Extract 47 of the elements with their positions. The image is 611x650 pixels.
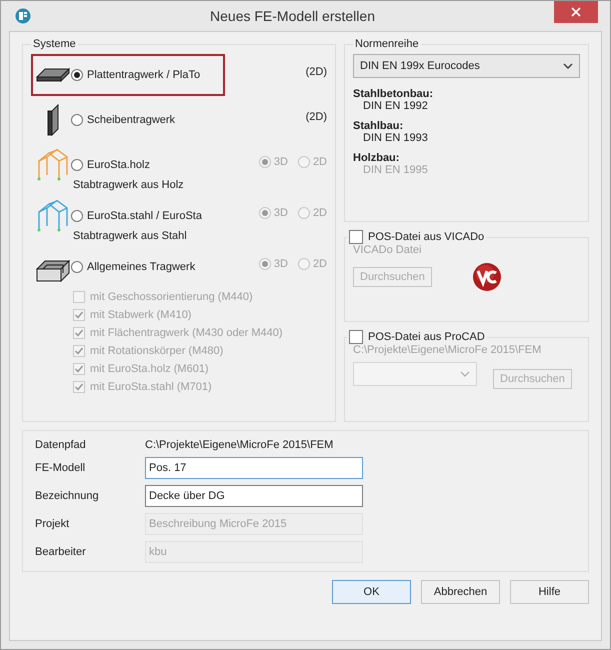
chevron-down-icon [460, 371, 470, 377]
dialog-button[interactable]: OK [332, 580, 411, 604]
radio-button[interactable] [71, 114, 83, 126]
radio-button[interactable] [71, 261, 83, 273]
wall-icon [47, 104, 59, 136]
dimension-label: (2D) [306, 66, 327, 78]
chevron-down-icon [563, 63, 573, 69]
field-label: Bearbeiter [35, 546, 87, 558]
dimension-label: (2D) [306, 111, 327, 123]
close-icon [571, 7, 581, 17]
file-label: VICADo Datei [353, 244, 422, 256]
window-title: Neues FE-Modell erstellen [209, 8, 376, 24]
field-label: FE-Modell [35, 462, 86, 474]
option-description: Stabtragwerk aus Stahl [73, 230, 188, 242]
norm-value: DIN EN 1993 [363, 132, 429, 144]
slab-icon [36, 68, 70, 82]
norm-dropdown[interactable]: DIN EN 199x Eurocodes [353, 54, 580, 78]
close-button[interactable] [554, 1, 598, 23]
norm-heading: Stahlbetonbau: [353, 88, 434, 100]
radio-button[interactable] [71, 159, 83, 171]
radio-button[interactable] [71, 69, 83, 81]
norm-heading: Stahlbau: [353, 120, 404, 132]
option-label[interactable]: Scheibentragwerk [87, 114, 176, 126]
norm-value: DIN EN 1992 [363, 100, 429, 112]
field-label: Datenpfad [35, 439, 87, 451]
field-label: Projekt [35, 518, 70, 530]
option-label[interactable]: Allgemeines Tragwerk [87, 261, 196, 273]
option-label[interactable]: Plattentragwerk / PlaTo [87, 69, 200, 81]
file-path: C:\Projekte\Eigene\MicroFe 2015\FEM [353, 344, 542, 356]
input-field[interactable]: Pos. 17 [145, 457, 363, 479]
norm-value: DIN EN 1995 [363, 164, 429, 176]
dropdown-value: DIN EN 199x Eurocodes [360, 60, 480, 72]
vc-logo-icon [472, 262, 502, 292]
path-text: C:\Projekte\Eigene\MicroFe 2015\FEM [145, 439, 334, 451]
option-description: Stabtragwerk aus Holz [73, 179, 185, 191]
group-label: Normenreihe [354, 38, 420, 50]
field-label: Bezeichnung [35, 490, 100, 502]
norm-heading: Holzbau: [353, 152, 400, 164]
input-field[interactable]: Decke über DG [145, 485, 363, 507]
radio-button[interactable] [71, 210, 83, 222]
option-label[interactable]: EuroSta.stahl / EuroSta [87, 210, 202, 222]
app-logo-icon [15, 8, 31, 24]
option-label[interactable]: EuroSta.holz [87, 159, 150, 171]
dialog-button[interactable]: Hilfe [510, 580, 589, 604]
group-label: Systeme [32, 38, 77, 50]
file-dropdown[interactable] [353, 362, 477, 386]
dialog-button[interactable]: Abbrechen [421, 580, 500, 604]
